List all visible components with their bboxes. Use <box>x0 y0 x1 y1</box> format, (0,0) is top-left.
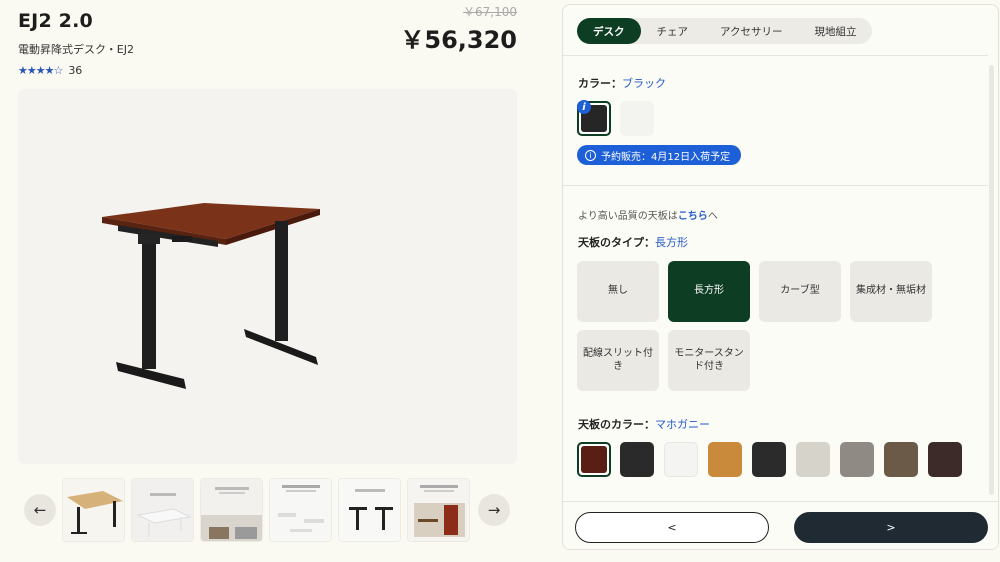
main-product-image[interactable] <box>18 89 517 464</box>
product-title: EJ2 2.0 <box>18 10 93 32</box>
panel-footer: < > <box>563 501 998 549</box>
frame-color-swatch-white[interactable] <box>620 101 654 136</box>
higher-quality-link[interactable]: こちら <box>678 211 708 222</box>
info-circle-icon: i <box>585 149 596 161</box>
thumbnail[interactable] <box>407 478 470 542</box>
thumbnail-parts-image <box>270 479 331 541</box>
tab-desk[interactable]: デスク <box>577 18 641 44</box>
preorder-notice-text: 予約販売：4月12日入荷予定 <box>601 151 731 163</box>
top-color-swatch-oak[interactable] <box>708 442 742 477</box>
arrow-right-icon: → <box>487 501 501 519</box>
tab-accessories[interactable]: アクセサリー <box>704 18 798 44</box>
preorder-notice: i 予約販売：4月12日入荷予定 <box>577 145 742 165</box>
top-type-label: 天板のタイプ：長方形 <box>578 236 688 249</box>
higher-quality-note: より高い品質の天板はこちらへ <box>578 211 718 222</box>
sale-price: ￥56,320 <box>400 26 517 54</box>
tab-chair[interactable]: チェア <box>641 18 705 44</box>
review-count: 36 <box>68 64 83 77</box>
thumbnail-frame-image <box>201 479 262 541</box>
top-type-option-curved[interactable]: カーブ型 <box>759 261 841 322</box>
thumbnail-room-image <box>408 479 469 541</box>
star-rating-icon: ★★★★☆ <box>18 64 63 77</box>
frame-color-label: カラー：ブラック <box>578 77 666 90</box>
top-color-swatch-mahogany[interactable] <box>577 442 611 477</box>
divider <box>563 55 988 56</box>
top-color-swatch-light-gray[interactable] <box>796 442 830 477</box>
gallery-next-button[interactable]: → <box>478 494 510 526</box>
top-color-label: 天板のカラー：マホガニー <box>578 418 710 431</box>
thumbnail[interactable] <box>269 478 332 542</box>
thumbnail[interactable] <box>200 478 263 542</box>
gallery-prev-button[interactable]: ← <box>24 494 56 526</box>
top-color-swatch-walnut[interactable] <box>884 442 918 477</box>
top-color-swatch-gray-wood[interactable] <box>840 442 874 477</box>
divider <box>563 185 988 186</box>
top-type-option-monitor-stand[interactable]: モニタースタンド付き <box>668 330 750 391</box>
info-icon[interactable]: i <box>577 100 591 114</box>
thumbnail-desk-image <box>63 479 124 541</box>
thumbnail[interactable] <box>338 478 401 542</box>
top-type-option-cable-slit[interactable]: 配線スリット付き <box>577 330 659 391</box>
top-type-option-solid-wood[interactable]: 集成材・無垢材 <box>850 261 932 322</box>
prev-step-button[interactable]: < <box>575 512 769 543</box>
configurator-panel: デスク チェア アクセサリー 現地組立 カラー：ブラック i 予約販売：4月12… <box>562 4 999 550</box>
thumbnail[interactable] <box>62 478 125 542</box>
thumbnail-white-desk-image <box>132 479 193 541</box>
top-color-swatch-black[interactable] <box>620 442 654 477</box>
thumbnail-strip: ← → <box>24 478 510 542</box>
top-color-swatch-dark[interactable] <box>752 442 786 477</box>
top-color-value: マホガニー <box>655 418 710 431</box>
category-tabs: デスク チェア アクセサリー 現地組立 <box>577 18 873 44</box>
product-subtitle: 電動昇降式デスク・EJ2 <box>18 43 134 56</box>
standing-desk-image <box>102 203 320 389</box>
thumbnail[interactable] <box>131 478 194 542</box>
rating[interactable]: ★★★★☆ 36 <box>18 64 82 77</box>
tab-onsite-assembly[interactable]: 現地組立 <box>798 18 872 44</box>
thumbnail-legs-image <box>339 479 400 541</box>
frame-color-value: ブラック <box>622 77 666 90</box>
top-type-value: 長方形 <box>655 236 688 249</box>
next-step-button[interactable]: > <box>794 512 988 543</box>
top-color-swatch-dark-walnut[interactable] <box>928 442 962 477</box>
top-type-option-rectangle[interactable]: 長方形 <box>668 261 750 322</box>
panel-scrollbar[interactable] <box>989 65 994 495</box>
original-price: ￥67,100 <box>463 5 517 19</box>
top-color-swatch-white[interactable] <box>664 442 698 477</box>
top-type-option-none[interactable]: 無し <box>577 261 659 322</box>
arrow-left-icon: ← <box>33 501 47 519</box>
